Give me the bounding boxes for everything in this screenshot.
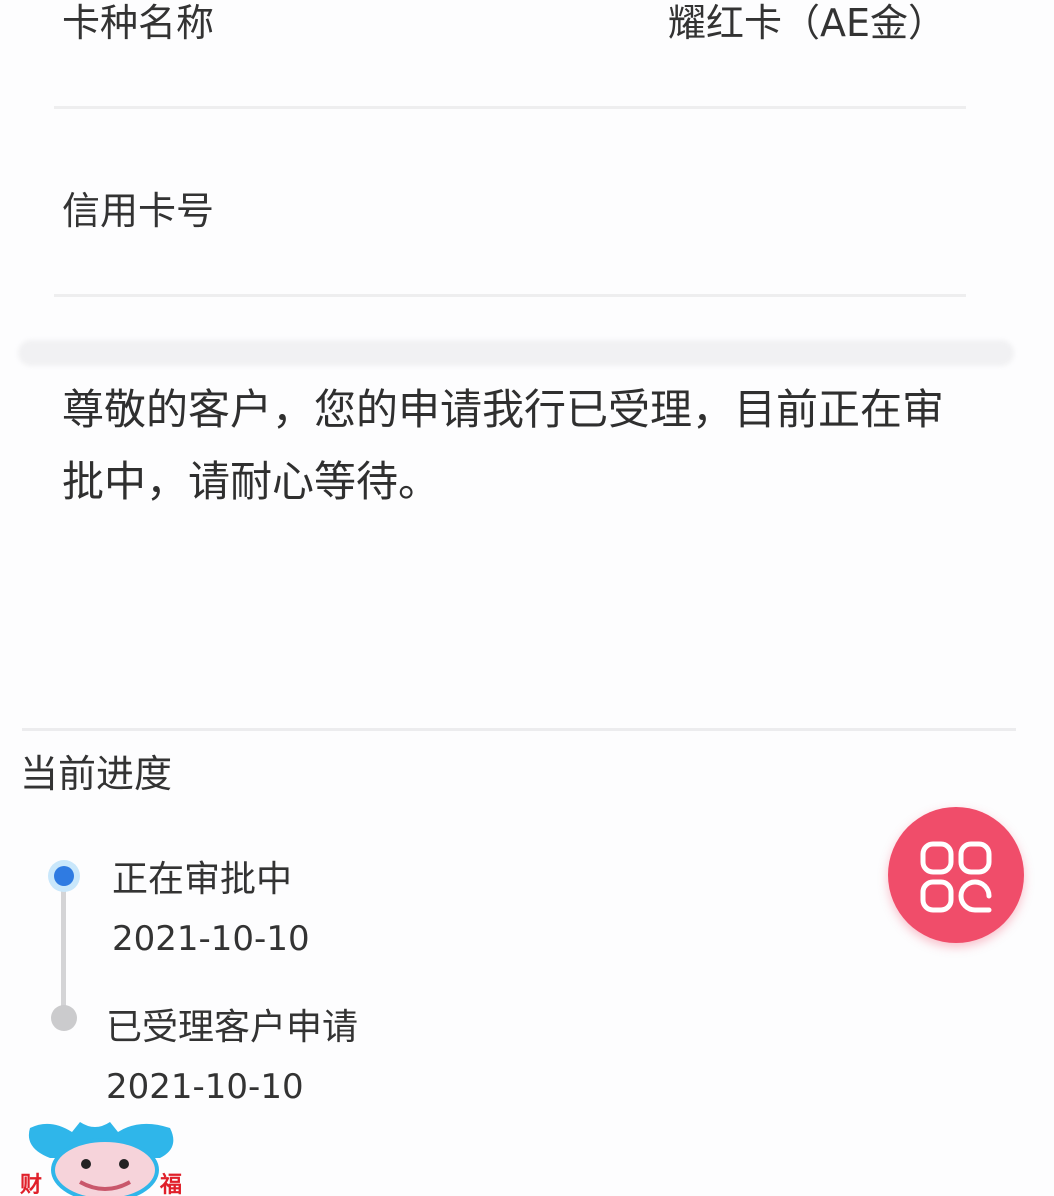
divider (54, 294, 966, 297)
card-name-value: 耀红卡（AE金） (667, 1, 946, 45)
mascot-logo[interactable]: 财 福 (20, 1118, 190, 1196)
timeline-dot-inactive (51, 1005, 77, 1031)
grid-menu-icon (920, 841, 992, 913)
progress-title: 当前进度 (20, 752, 173, 796)
card-name-row: 卡种名称 耀红卡（AE金） (62, 0, 946, 46)
floating-menu-button[interactable] (888, 807, 1024, 943)
svg-text:福: 福 (159, 1173, 182, 1196)
timeline-step-date: 2021-10-10 (106, 1067, 304, 1107)
timeline-dot-active (48, 860, 80, 892)
divider (54, 106, 966, 109)
timeline-connector (61, 884, 66, 1016)
application-progress-page: 卡种名称 耀红卡（AE金） 信用卡号 尊敬的客户，您的申请我行已受理，目前正在审… (0, 0, 1054, 1196)
section-separator (18, 340, 1014, 366)
card-number-label: 信用卡号 (62, 189, 215, 233)
divider (22, 728, 1016, 731)
timeline-step-label: 已受理客户申请 (106, 1007, 359, 1048)
timeline-step-label: 正在审批中 (112, 859, 293, 900)
card-name-label: 卡种名称 (62, 1, 215, 45)
status-notice: 尊敬的客户，您的申请我行已受理，目前正在审批中，请耐心等待。 (62, 385, 945, 506)
svg-text:财: 财 (20, 1173, 42, 1196)
card-number-row: 信用卡号 (62, 188, 946, 234)
timeline-step-date: 2021-10-10 (112, 919, 310, 959)
